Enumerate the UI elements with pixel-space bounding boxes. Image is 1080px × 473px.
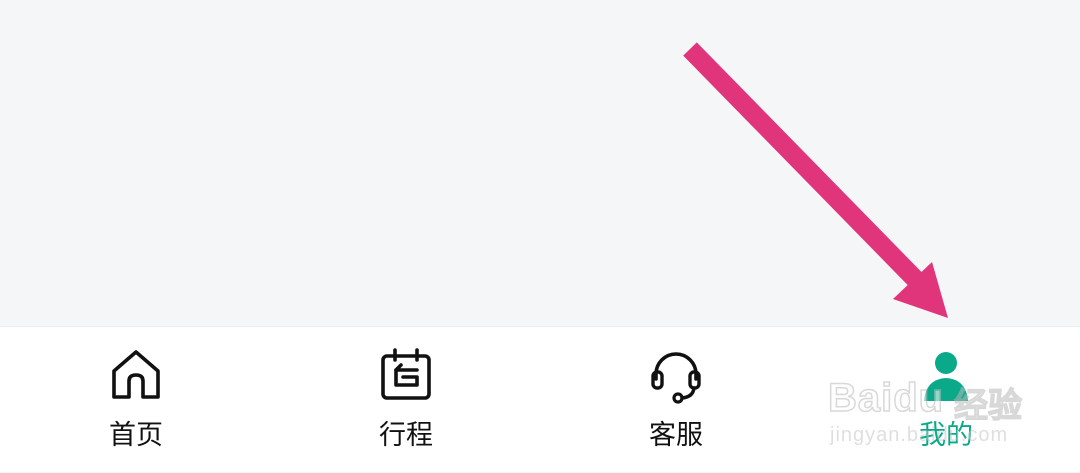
content-area bbox=[0, 0, 1080, 326]
headset-icon bbox=[649, 347, 703, 405]
home-icon bbox=[109, 347, 163, 405]
tab-itinerary[interactable]: 行程 bbox=[336, 327, 476, 473]
tab-itinerary-label: 行程 bbox=[379, 420, 433, 451]
itinerary-icon bbox=[379, 347, 433, 405]
user-icon bbox=[919, 347, 973, 405]
tab-home-label: 首页 bbox=[109, 420, 163, 451]
bottom-tab-bar: 首页 行程 客服 我的 bbox=[0, 326, 1080, 472]
tab-mine[interactable]: 我的 bbox=[876, 327, 1016, 473]
tab-mine-label: 我的 bbox=[919, 420, 973, 451]
tab-home[interactable]: 首页 bbox=[66, 327, 206, 473]
tab-customer-service-label: 客服 bbox=[649, 420, 703, 451]
tab-customer-service[interactable]: 客服 bbox=[606, 327, 746, 473]
